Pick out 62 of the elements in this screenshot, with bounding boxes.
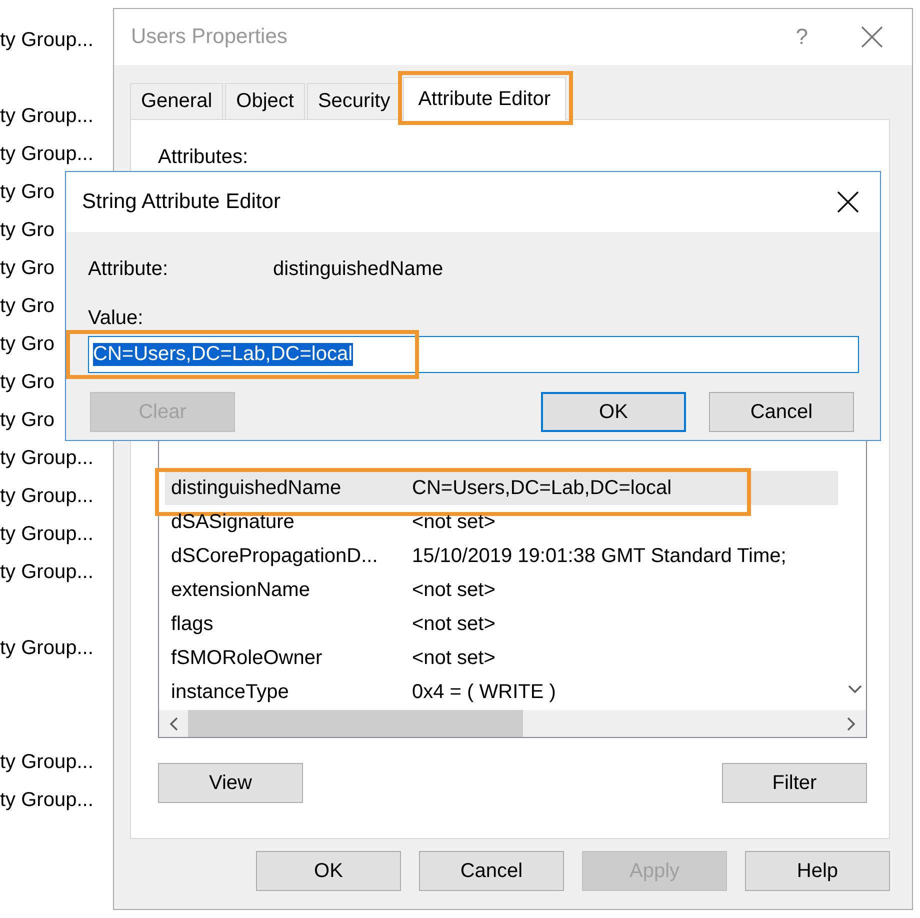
attribute-value: <not set> xyxy=(412,510,496,534)
list-item-text: ty Group... xyxy=(0,485,94,507)
value-field[interactable]: CN=Users,DC=Lab,DC=local xyxy=(88,336,859,373)
window-title: String Attribute Editor xyxy=(82,190,280,214)
list-item-text: ty Gro xyxy=(0,295,54,317)
list-item-text: ty Group... xyxy=(0,447,94,469)
tab[interactable]: General xyxy=(130,83,224,119)
attribute-value: <not set> xyxy=(412,646,496,670)
dialog-button[interactable]: OK xyxy=(256,851,401,891)
horizontal-scrollbar[interactable] xyxy=(159,710,866,737)
attribute-name: fSMORoleOwner xyxy=(170,646,324,670)
dialog-button[interactable]: OK xyxy=(541,392,686,432)
scrollbar-thumb[interactable] xyxy=(188,710,523,737)
list-item-text: ty Group... xyxy=(0,523,94,545)
attribute-row[interactable]: dSASignature <not set> xyxy=(165,505,838,539)
attribute-label: Attribute: xyxy=(88,257,170,282)
list-item-text: ty Group... xyxy=(0,637,94,659)
tab[interactable]: Object xyxy=(225,83,305,119)
chevron-down-icon[interactable] xyxy=(848,685,862,694)
attribute-row[interactable]: fSMORoleOwner <not set> xyxy=(165,641,838,675)
list-item-text: ty Gro xyxy=(0,371,54,393)
dialog-button[interactable]: Cancel xyxy=(709,392,854,432)
attribute-row[interactable]: extensionName <not set> xyxy=(165,573,838,607)
attribute-row[interactable]: instanceType 0x4 = ( WRITE ) xyxy=(165,675,838,709)
list-item-text: ty Gro xyxy=(0,257,54,279)
attribute-name: dSCorePropagationD... xyxy=(170,544,379,568)
list-item-text: ty Gro xyxy=(0,409,54,431)
close-icon[interactable] xyxy=(836,190,860,214)
list-item-text: ty Gro xyxy=(0,219,54,241)
attribute-value: 15/10/2019 19:01:38 GMT Standard Time; xyxy=(412,544,788,568)
list-item-text: ty Group... xyxy=(0,143,94,165)
attribute-value: 0x4 = ( WRITE ) xyxy=(412,680,557,704)
attributes-label: Attributes: xyxy=(158,146,250,168)
dialog-button[interactable]: Cancel xyxy=(419,851,564,891)
attribute-row[interactable]: distinguishedName CN=Users,DC=Lab,DC=local xyxy=(165,471,838,505)
attribute-value: <not set> xyxy=(412,578,496,602)
attribute-name: distinguishedName xyxy=(170,476,342,500)
tab[interactable]: Attribute Editor xyxy=(403,77,566,120)
filter-button[interactable]: Filter xyxy=(722,763,867,803)
chevron-left-icon[interactable] xyxy=(169,716,178,730)
list-item-text: ty Group... xyxy=(0,751,94,773)
help-button[interactable]: ? xyxy=(796,24,808,50)
chevron-right-icon[interactable] xyxy=(847,716,856,730)
attribute-name: flags xyxy=(170,612,214,636)
attribute-name: extensionName xyxy=(170,578,311,602)
window-title: Users Properties xyxy=(131,25,288,49)
attribute-name: instanceType xyxy=(170,680,290,704)
attribute-value: CN=Users,DC=Lab,DC=local xyxy=(412,476,673,500)
list-item-text: ty Group... xyxy=(0,29,94,51)
view-button[interactable]: View xyxy=(158,763,303,803)
list-item-text: ty Group... xyxy=(0,105,94,127)
list-item-text: ty Group... xyxy=(0,561,94,583)
attribute-value: <not set> xyxy=(412,612,496,636)
list-item-text: ty Gro xyxy=(0,181,54,203)
attribute-name: dSASignature xyxy=(170,510,296,534)
list-item-text: ty Group... xyxy=(0,789,94,811)
attribute-name: distinguishedName xyxy=(273,257,444,282)
attribute-row[interactable]: flags <not set> xyxy=(165,607,838,641)
value-label: Value: xyxy=(88,306,144,330)
attribute-row[interactable]: dSCorePropagationD... 15/10/2019 19:01:38 GMT Standard Time; xyxy=(165,539,838,573)
list-item-text: ty Gro xyxy=(0,333,54,355)
dialog-button[interactable]: Help xyxy=(745,851,890,891)
